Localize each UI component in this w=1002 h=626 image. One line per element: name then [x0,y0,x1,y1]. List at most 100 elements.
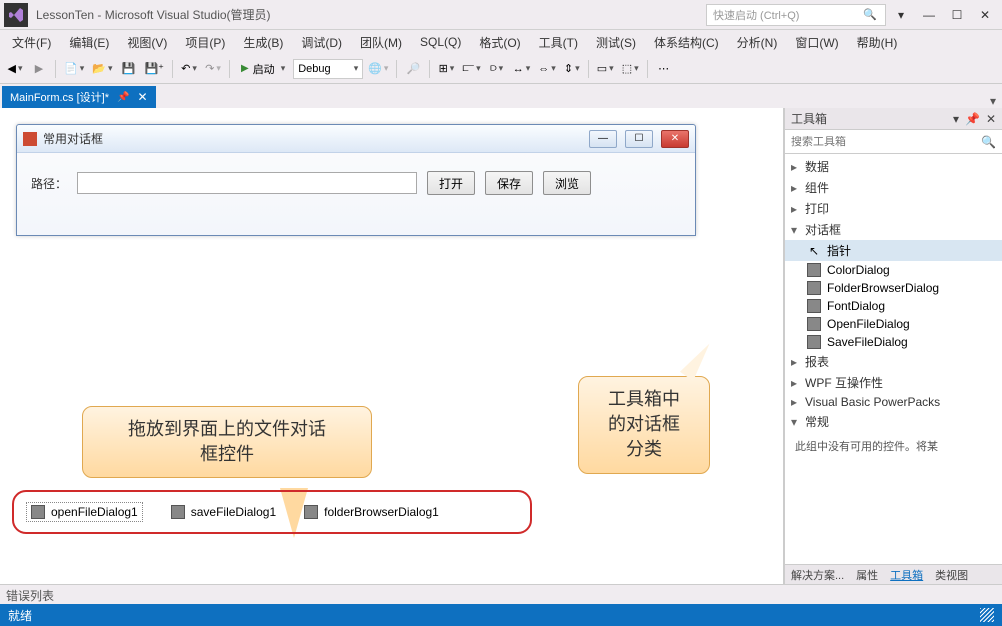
path-textbox[interactable] [77,172,417,194]
browse-button[interactable]: 浏览 [543,171,591,195]
start-debug-button[interactable]: ▶ 启动 ▾ [235,58,291,80]
form-icon [23,132,37,146]
menu-test[interactable]: 测试(S) [588,32,644,53]
toolbox-category-components[interactable]: 组件 [785,177,1002,198]
menu-debug[interactable]: 调试(D) [293,32,350,53]
toolbox-search[interactable]: 🔍 [785,130,1002,154]
menu-project[interactable]: 项目(P) [177,32,233,53]
component-icon [171,505,185,519]
search-icon: 🔍 [981,135,996,149]
menu-file[interactable]: 文件(F) [4,32,59,53]
error-list-panel[interactable]: 错误列表 [0,584,1002,604]
callout-tray: 拖放到界面上的文件对话 框控件 [82,406,372,478]
toolbox-category-wpf[interactable]: WPF 互操作性 [785,372,1002,393]
toolbar: ◀▾ ▶ 📄▾ 📂▾ 💾 💾⁺ ↶▾ ↷▾ ▶ 启动 ▾ Debug ▾ 🌐▾ … [0,54,1002,84]
vs-logo-icon [4,3,28,27]
nav-forward-button[interactable]: ▶ [28,58,50,80]
close-button[interactable]: ✕ [972,5,998,25]
path-label: 路径： [31,175,67,192]
designed-form[interactable]: 常用对话框 — ☐ ✕ 路径： 打开 保存 浏览 [16,124,696,236]
toolbox-category-vbpp[interactable]: Visual Basic PowerPacks [785,393,1002,411]
same-width-button[interactable]: ↔▾ [510,58,534,80]
more-button[interactable]: ⋯ [653,58,675,80]
document-tab[interactable]: MainForm.cs [设计]* 📌 ✕ [2,86,156,108]
designer-surface[interactable]: 常用对话框 — ☐ ✕ 路径： 打开 保存 浏览 拖放到界面上的文件对话 框控件… [0,108,784,584]
toolbox-item-folderbrowserdialog[interactable]: FolderBrowserDialog [785,279,1002,297]
tabstrip-dropdown-icon[interactable]: ▾ [990,94,996,108]
close-icon[interactable]: ✕ [986,112,996,126]
component-icon [807,263,821,277]
menu-view[interactable]: 视图(V) [119,32,175,53]
menu-analyze[interactable]: 分析(N) [729,32,786,53]
toolbox-empty-text: 此组中没有可用的控件。将某 [785,432,1002,460]
toolbox-item-fontdialog[interactable]: FontDialog [785,297,1002,315]
sidebar-tab-solution[interactable]: 解决方案... [785,565,850,585]
align-left-button[interactable]: ⫍▾ [459,58,483,80]
menu-architecture[interactable]: 体系结构(C) [646,32,727,53]
toolbox-category-general[interactable]: 常规 [785,411,1002,432]
toolbox-category-reports[interactable]: 报表 [785,351,1002,372]
redo-button[interactable]: ↷▾ [202,58,224,80]
menu-build[interactable]: 生成(B) [235,32,291,53]
component-icon [31,505,45,519]
toolbox-category-data[interactable]: 数据 [785,156,1002,177]
form-close-button[interactable]: ✕ [661,130,689,148]
form-minimize-button[interactable]: — [589,130,617,148]
form-title: 常用对话框 [43,130,103,147]
hspace-button[interactable]: ⇔▾ [535,58,559,80]
center-h-button[interactable]: ▭▾ [594,58,617,80]
menu-help[interactable]: 帮助(H) [849,32,906,53]
tab-close-icon[interactable]: ✕ [137,90,147,104]
component-tray: openFileDialog1 saveFileDialog1 folderBr… [12,490,532,534]
minimize-button[interactable]: — [916,5,942,25]
menu-team[interactable]: 团队(M) [352,32,410,53]
sidebar-tab-properties[interactable]: 属性 [850,565,884,585]
align-top-button[interactable]: ⫐▾ [486,58,508,80]
menu-sql[interactable]: SQL(Q) [412,33,469,51]
status-bar: 就绪 [0,604,1002,626]
open-button[interactable]: 打开 [427,171,475,195]
config-combo[interactable]: Debug ▾ [293,59,363,79]
pointer-icon: ↖ [807,244,821,258]
chevron-down-icon[interactable]: ▾ [892,8,910,22]
save-all-button[interactable]: 💾⁺ [141,58,167,80]
quick-launch-input[interactable]: 快速启动 (Ctrl+Q) 🔍 [706,4,886,26]
browser-select-button[interactable]: 🌐▾ [365,58,391,80]
toolbox-dropdown-icon[interactable]: ▾ [953,112,959,126]
component-icon [304,505,318,519]
toolbox-item-openfiledialog[interactable]: OpenFileDialog [785,315,1002,333]
toolbox-category-dialogs[interactable]: 对话框 [785,219,1002,240]
form-maximize-button[interactable]: ☐ [625,130,653,148]
save-file-button[interactable]: 保存 [485,171,533,195]
menubar: 文件(F) 编辑(E) 视图(V) 项目(P) 生成(B) 调试(D) 团队(M… [0,30,1002,54]
tray-item-openfiledialog[interactable]: openFileDialog1 [26,502,143,522]
menu-edit[interactable]: 编辑(E) [61,32,117,53]
component-icon [807,335,821,349]
toolbox-item-savefiledialog[interactable]: SaveFileDialog [785,333,1002,351]
toolbox-category-printing[interactable]: 打印 [785,198,1002,219]
undo-button[interactable]: ↶▾ [178,58,200,80]
find-button[interactable]: 🔎 [402,58,424,80]
tray-item-folderbrowserdialog[interactable]: folderBrowserDialog1 [304,505,439,519]
tray-item-savefiledialog[interactable]: saveFileDialog1 [171,505,276,519]
resize-grip-icon[interactable] [980,608,994,622]
save-button[interactable]: 💾 [117,58,139,80]
toolbox-item-pointer[interactable]: ↖指针 [785,240,1002,261]
menu-format[interactable]: 格式(O) [471,32,528,53]
open-file-button[interactable]: 📂▾ [89,58,115,80]
toolbox-item-colordialog[interactable]: ColorDialog [785,261,1002,279]
toolbox-search-input[interactable] [791,136,981,148]
layout-group-button[interactable]: ⊞▾ [435,58,457,80]
pin-icon[interactable]: 📌 [117,92,129,103]
maximize-button[interactable]: ☐ [944,5,970,25]
vspace-button[interactable]: ⇕▾ [561,58,583,80]
menu-window[interactable]: 窗口(W) [787,32,846,53]
new-project-button[interactable]: 📄▾ [61,58,87,80]
order-button[interactable]: ⬚▾ [619,58,642,80]
sidebar-tab-classview[interactable]: 类视图 [929,565,974,585]
nav-back-button[interactable]: ◀▾ [4,58,26,80]
component-icon [807,299,821,313]
pin-icon[interactable]: 📌 [965,112,980,126]
sidebar-tab-toolbox[interactable]: 工具箱 [884,565,929,585]
menu-tools[interactable]: 工具(T) [531,32,586,53]
